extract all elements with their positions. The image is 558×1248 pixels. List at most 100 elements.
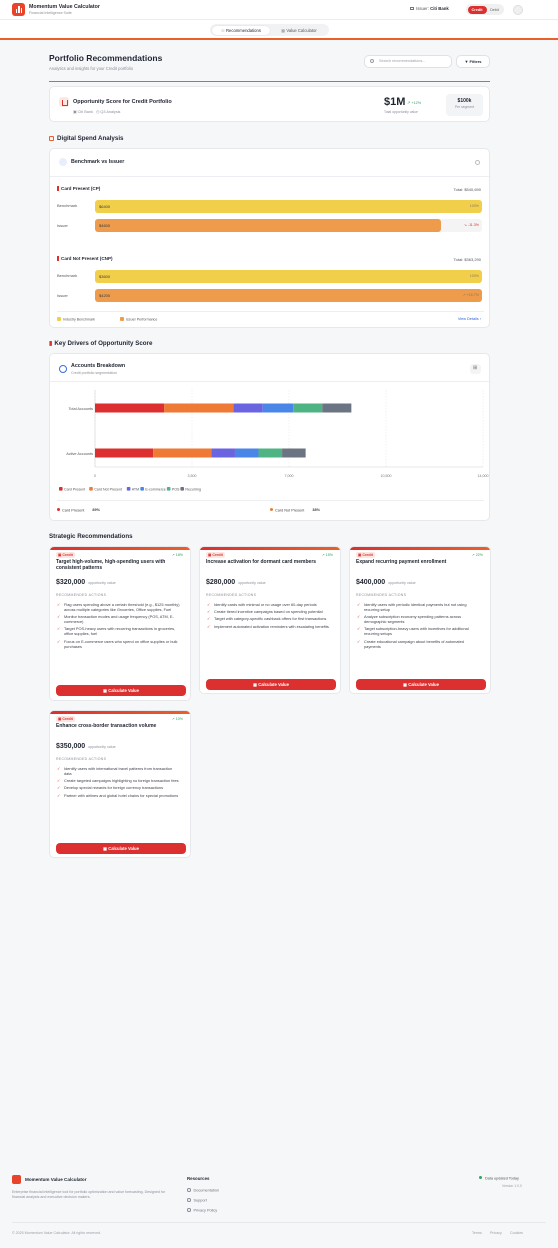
legend-divider	[57, 311, 484, 312]
recommendation-card: ▣ Credit ↗ 15% Increase activation for dor…	[199, 546, 341, 694]
terms-link[interactable]: Terms	[472, 1231, 482, 1235]
legend-label: Recurring	[185, 487, 201, 491]
dot	[57, 508, 60, 511]
cp-issuer-pct: ↘ -11.3%	[463, 223, 479, 228]
calculate-value-button[interactable]: ▦ Calculate Value	[206, 679, 336, 690]
value-suffix: opportunity value	[88, 745, 116, 749]
actions-heading: RECOMMENDED ACTIONS	[56, 593, 107, 597]
tab-recommendations-label: Recommendations	[226, 27, 261, 33]
legend-label: Card Present	[64, 487, 85, 491]
action-item: Partner with airlines and global hotel c…	[56, 793, 180, 798]
action-item: Target POS-heavy users with recurring tr…	[56, 626, 180, 636]
action-item: Focus on E-commerce users who spend on o…	[56, 639, 180, 649]
cnp-benchmark-pct: 100%	[469, 274, 479, 279]
bar-segment	[95, 403, 165, 413]
tab-value-calculator-label: Value Calculator	[286, 27, 317, 33]
chart-footer-divider	[57, 500, 484, 501]
cp-group-total: Total: $540,690	[453, 187, 481, 192]
building-icon	[410, 7, 414, 10]
calculate-value-button[interactable]: ▦ Calculate Value	[56, 685, 186, 696]
strategic-recommendations-title: Strategic Recommendations	[49, 533, 133, 540]
legend-swatch	[59, 487, 63, 491]
view-details-link[interactable]: View Details ›	[458, 317, 481, 321]
bar-segment	[282, 448, 306, 458]
filters-button[interactable]: ▼ Filters	[456, 55, 490, 68]
cnp-issuer-pct: ↗ +16.7%	[462, 293, 479, 298]
dot	[270, 508, 273, 511]
legend-issuer-performance: Issuer Performance	[120, 317, 157, 322]
value-amount: $400,000	[356, 579, 386, 586]
action-list: Identify cards with minimal or no usage …	[206, 602, 330, 631]
bar-chart-icon: ▮	[49, 340, 53, 347]
x-tick-label: 3,500	[188, 474, 197, 478]
search-icon	[370, 59, 374, 63]
legend-label: Card Not Present	[94, 487, 122, 491]
value-suffix: opportunity value	[88, 581, 116, 585]
bar-segment	[258, 448, 283, 458]
action-item: Create educational campaign about benefi…	[356, 639, 480, 649]
bar-segment	[153, 448, 212, 458]
actions-heading: RECOMMENDED ACTIONS	[356, 593, 407, 597]
actions-heading: RECOMMENDED ACTIONS	[206, 593, 257, 597]
cnp-benchmark-label: Benchmark	[57, 273, 78, 278]
support-link[interactable]: Support	[187, 1198, 207, 1202]
cookies-link[interactable]: Cookies	[510, 1231, 523, 1235]
opportunity-value-label: Total opportunity value	[384, 110, 418, 114]
calculate-value-button[interactable]: ▦ Calculate Value	[56, 843, 186, 854]
privacy-policy-link[interactable]: Privacy Policy	[187, 1208, 217, 1212]
card-present-summary: Card Present 89%	[57, 508, 100, 512]
documentation-link[interactable]: Documentation	[187, 1188, 219, 1192]
people-icon	[59, 158, 67, 166]
page-footer: Momentum Value Calculator Enterprise fin…	[0, 1160, 558, 1248]
legend-swatch	[140, 487, 144, 491]
tab-value-calculator[interactable]: ▦ Value Calculator	[271, 26, 327, 35]
digital-spend-section-title: Digital Spend Analysis	[49, 135, 123, 142]
status-dot	[479, 1176, 482, 1179]
key-drivers-section-title: ▮ Key Drivers of Opportunity Score	[49, 340, 152, 347]
badge-label: Credit	[362, 553, 373, 557]
credit-toggle-button[interactable]: Credit	[467, 5, 487, 14]
recommendation-title: Enhance cross-border transaction volume	[56, 723, 157, 729]
action-item: Identify users with periodic identical p…	[356, 602, 480, 612]
opportunity-bank: Citi Bank	[77, 110, 93, 114]
search-input[interactable]: Search recommendations...	[364, 55, 452, 68]
tab-recommendations[interactable]: ☉ Recommendations	[212, 25, 270, 35]
issuer-selector[interactable]: Issuer: Citi Bank	[410, 6, 449, 11]
cp-benchmark-value: $6400	[99, 204, 111, 209]
main-tabs: ☉ Recommendations ▦ Value Calculator	[210, 24, 329, 36]
privacy-policy-label: Privacy Policy	[193, 1208, 218, 1213]
bar-segment	[293, 403, 323, 413]
user-avatar[interactable]	[513, 5, 523, 15]
opportunity-meta: ▣ Citi Bank ◷ Q3 Analysis	[73, 109, 120, 114]
action-list: Identify users with periodic identical p…	[356, 602, 480, 651]
card-accent-bar	[200, 547, 340, 550]
privacy-link[interactable]: Privacy	[490, 1231, 502, 1235]
y-category-label: Total Accounts	[69, 407, 94, 411]
bar-segment	[95, 448, 154, 458]
version-text: Version 1.0.0	[502, 1184, 522, 1188]
cnp-issuer-value: $4200	[99, 293, 111, 298]
debit-toggle-button[interactable]: Debit	[487, 6, 502, 14]
legend-swatch	[126, 487, 131, 491]
x-tick-label: 14,000	[478, 474, 489, 478]
action-list: Identify users with international travel…	[56, 766, 180, 800]
action-item: Analyze subscription economy spending pa…	[356, 614, 480, 624]
cnp-benchmark-value: $3600	[99, 274, 111, 279]
calculate-value-button[interactable]: ▦ Calculate Value	[356, 679, 486, 690]
cnp-group-title: Card Not Present (CNP)	[57, 256, 113, 261]
info-icon[interactable]	[475, 160, 480, 165]
footer-resources-heading: Resources	[187, 1176, 210, 1181]
action-list: Flag users spending above a certain thre…	[56, 602, 180, 651]
card-accent-bar	[350, 547, 490, 550]
footer-app-name: Momentum Value Calculator	[25, 1177, 87, 1182]
bar-segment	[262, 403, 294, 413]
chart-icon	[59, 97, 69, 107]
recommendation-value: $400,000 opportunity value	[356, 579, 416, 586]
legend-swatch	[166, 487, 171, 491]
cnp-issuer-label: Issuer	[57, 293, 68, 298]
opportunity-delta-value: +12%	[411, 101, 422, 105]
documentation-label: Documentation	[193, 1188, 220, 1193]
actions-heading: RECOMMENDED ACTIONS	[56, 757, 107, 761]
action-item: Flag users spending above a certain thre…	[56, 602, 180, 612]
footer-divider	[12, 1222, 546, 1223]
